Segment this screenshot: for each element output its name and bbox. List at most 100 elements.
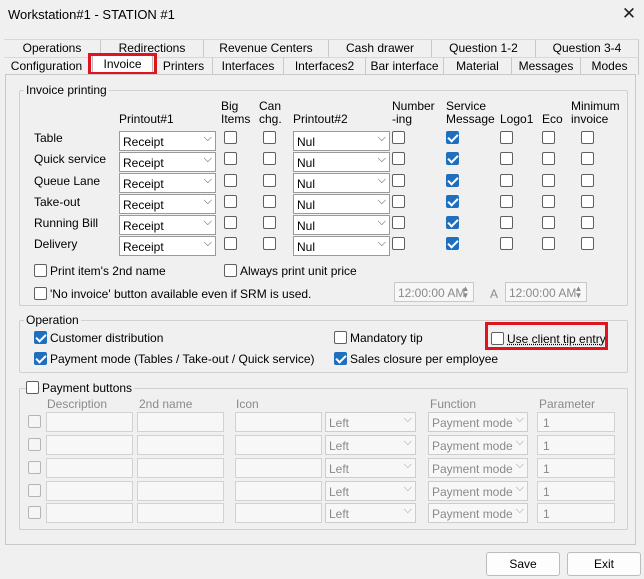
logo1-checkbox[interactable] xyxy=(500,195,513,208)
align-select[interactable]: Left ⌵ xyxy=(325,435,416,455)
logo1-checkbox[interactable] xyxy=(500,216,513,229)
minimum-invoice-checkbox[interactable] xyxy=(581,131,594,144)
numbering-checkbox[interactable] xyxy=(392,152,405,165)
description-field[interactable] xyxy=(46,435,133,455)
exit-button[interactable]: Exit xyxy=(567,552,641,576)
printout1-select[interactable]: Receipt ⌵ xyxy=(119,215,216,235)
numbering-checkbox[interactable] xyxy=(392,216,405,229)
align-select[interactable]: Left ⌵ xyxy=(325,481,416,501)
tab-operations[interactable]: Operations xyxy=(4,39,101,57)
eco-checkbox[interactable] xyxy=(542,195,555,208)
big-items-checkbox[interactable] xyxy=(224,237,237,250)
big-items-checkbox[interactable] xyxy=(224,174,237,187)
tab-question-3-4[interactable]: Question 3-4 xyxy=(536,39,639,57)
payment-mode-checkbox[interactable] xyxy=(34,352,47,365)
time-to-spinner[interactable]: 12:00:00 AM ▲ ▼ xyxy=(505,282,587,302)
description-field[interactable] xyxy=(46,481,133,501)
function-select[interactable]: Payment mode ⌵ xyxy=(428,458,528,478)
icon-field[interactable] xyxy=(235,503,322,523)
printout2-select[interactable]: Nul ⌵ xyxy=(293,152,390,172)
use-client-tip-entry-checkbox[interactable] xyxy=(491,332,504,345)
eco-checkbox[interactable] xyxy=(542,237,555,250)
printout2-select[interactable]: Nul ⌵ xyxy=(293,215,390,235)
can-chg-checkbox[interactable] xyxy=(263,174,276,187)
icon-field[interactable] xyxy=(235,412,322,432)
description-field[interactable] xyxy=(46,458,133,478)
numbering-checkbox[interactable] xyxy=(392,237,405,250)
can-chg-checkbox[interactable] xyxy=(263,131,276,144)
numbering-checkbox[interactable] xyxy=(392,131,405,144)
align-select[interactable]: Left ⌵ xyxy=(325,458,416,478)
parameter-field[interactable]: 1 xyxy=(537,412,615,432)
mandatory-tip-checkbox[interactable] xyxy=(334,331,347,344)
printout2-select[interactable]: Nul ⌵ xyxy=(293,173,390,193)
printout2-select[interactable]: Nul ⌵ xyxy=(293,236,390,256)
align-select[interactable]: Left ⌵ xyxy=(325,503,416,523)
description-field[interactable] xyxy=(46,503,133,523)
tab-interfaces2[interactable]: Interfaces2 xyxy=(284,57,366,75)
second-name-field[interactable] xyxy=(137,458,224,478)
can-chg-checkbox[interactable] xyxy=(263,237,276,250)
service-message-checkbox[interactable] xyxy=(446,195,459,208)
no-invoice-button-checkbox[interactable] xyxy=(34,287,47,300)
eco-checkbox[interactable] xyxy=(542,152,555,165)
logo1-checkbox[interactable] xyxy=(500,174,513,187)
always-unit-price-checkbox[interactable] xyxy=(224,264,237,277)
minimum-invoice-checkbox[interactable] xyxy=(581,216,594,229)
sales-closure-checkbox[interactable] xyxy=(334,352,347,365)
function-select[interactable]: Payment mode ⌵ xyxy=(428,481,528,501)
big-items-checkbox[interactable] xyxy=(224,131,237,144)
big-items-checkbox[interactable] xyxy=(224,216,237,229)
function-select[interactable]: Payment mode ⌵ xyxy=(428,435,528,455)
tab-question-1-2[interactable]: Question 1-2 xyxy=(432,39,536,57)
eco-checkbox[interactable] xyxy=(542,174,555,187)
parameter-field[interactable]: 1 xyxy=(537,481,615,501)
minimum-invoice-checkbox[interactable] xyxy=(581,174,594,187)
icon-field[interactable] xyxy=(235,458,322,478)
service-message-checkbox[interactable] xyxy=(446,237,459,250)
close-icon[interactable]: ✕ xyxy=(618,3,640,25)
printout2-select[interactable]: Nul ⌵ xyxy=(293,131,390,151)
minimum-invoice-checkbox[interactable] xyxy=(581,237,594,250)
minimum-invoice-checkbox[interactable] xyxy=(581,152,594,165)
payment-row-checkbox[interactable] xyxy=(28,438,41,451)
printout1-select[interactable]: Receipt ⌵ xyxy=(119,131,216,151)
second-name-field[interactable] xyxy=(137,412,224,432)
service-message-checkbox[interactable] xyxy=(446,174,459,187)
service-message-checkbox[interactable] xyxy=(446,152,459,165)
can-chg-checkbox[interactable] xyxy=(263,216,276,229)
function-select[interactable]: Payment mode ⌵ xyxy=(428,412,528,432)
tab-interfaces[interactable]: Interfaces xyxy=(213,57,284,75)
parameter-field[interactable]: 1 xyxy=(537,458,615,478)
print-2nd-name-checkbox[interactable] xyxy=(34,264,47,277)
payment-row-checkbox[interactable] xyxy=(28,461,41,474)
payment-row-checkbox[interactable] xyxy=(28,415,41,428)
function-select[interactable]: Payment mode ⌵ xyxy=(428,503,528,523)
tab-messages[interactable]: Messages xyxy=(512,57,581,75)
tab-revenue-centers[interactable]: Revenue Centers xyxy=(204,39,329,57)
second-name-field[interactable] xyxy=(137,481,224,501)
tab-configuration[interactable]: Configuration xyxy=(4,57,90,75)
align-select[interactable]: Left ⌵ xyxy=(325,412,416,432)
customer-distribution-checkbox[interactable] xyxy=(34,331,47,344)
parameter-field[interactable]: 1 xyxy=(537,435,615,455)
icon-field[interactable] xyxy=(235,481,322,501)
printout1-select[interactable]: Receipt ⌵ xyxy=(119,194,216,214)
tab-cash-drawer[interactable]: Cash drawer xyxy=(329,39,432,57)
icon-field[interactable] xyxy=(235,435,322,455)
minimum-invoice-checkbox[interactable] xyxy=(581,195,594,208)
eco-checkbox[interactable] xyxy=(542,131,555,144)
printout1-select[interactable]: Receipt ⌵ xyxy=(119,173,216,193)
tab-invoice[interactable]: Invoice xyxy=(92,55,153,74)
description-field[interactable] xyxy=(46,412,133,432)
printout1-select[interactable]: Receipt ⌵ xyxy=(119,236,216,256)
time-from-spinner[interactable]: 12:00:00 AM ▲ ▼ xyxy=(394,282,474,302)
logo1-checkbox[interactable] xyxy=(500,237,513,250)
can-chg-checkbox[interactable] xyxy=(263,195,276,208)
numbering-checkbox[interactable] xyxy=(392,174,405,187)
service-message-checkbox[interactable] xyxy=(446,131,459,144)
printout1-select[interactable]: Receipt ⌵ xyxy=(119,152,216,172)
tab-bar-interface[interactable]: Bar interface xyxy=(366,57,444,75)
tab-modes[interactable]: Modes xyxy=(581,57,639,75)
payment-buttons-checkbox[interactable] xyxy=(26,381,39,394)
